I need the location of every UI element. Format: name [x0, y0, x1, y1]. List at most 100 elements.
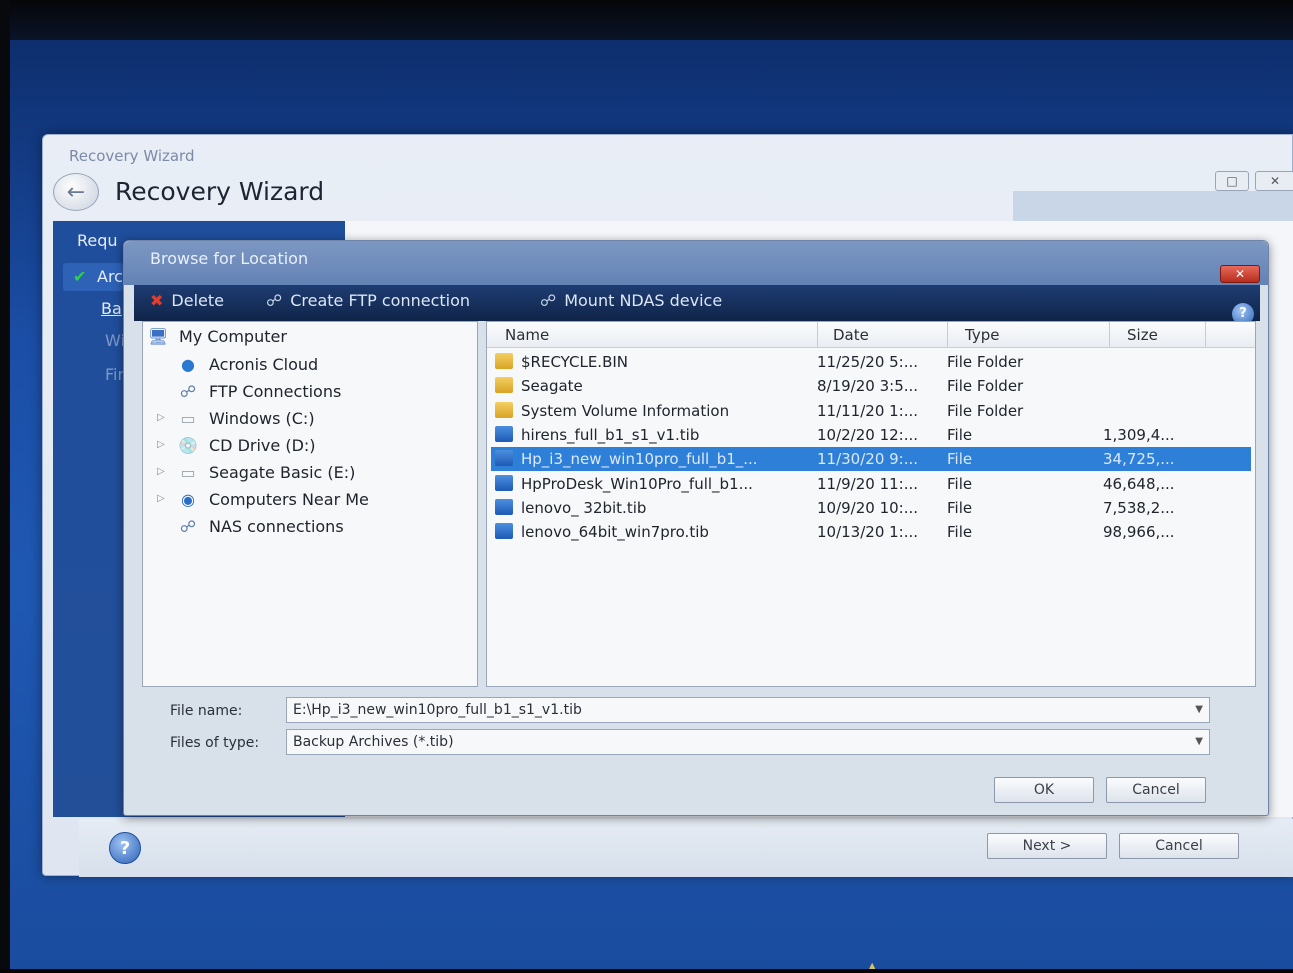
- dialog-titlebar: Browse for Location ✕: [124, 241, 1268, 285]
- tree-item-ftp-connections[interactable]: ☍ FTP Connections: [177, 381, 341, 401]
- file-size-cell: 1,309,4...: [1103, 425, 1175, 444]
- dialog-toolbar: ✖ Delete ☍ Create FTP connection ☍ Mount…: [134, 285, 1260, 321]
- file-type-cell: File: [947, 474, 973, 493]
- file-row[interactable]: lenovo_64bit_win7pro.tib 10/13/20 1:... Fi…: [491, 520, 1251, 544]
- file-date-cell: 11/11/20 1:...: [817, 401, 919, 420]
- file-row[interactable]: Hp_i3_new_win10pro_full_b1_... 11/30/20 9…: [491, 447, 1251, 472]
- tree-item-nas-connections[interactable]: ☍ NAS connections: [177, 516, 344, 536]
- monitor-bezel-top: [0, 0, 1293, 40]
- expand-arrow-icon[interactable]: ▷: [157, 493, 165, 504]
- help-icon[interactable]: ?: [109, 832, 141, 864]
- step-label[interactable]: Ba: [101, 299, 122, 318]
- mount-ndas-device-button[interactable]: ☍ Mount NDAS device: [540, 291, 722, 310]
- file-name-text: Seagate: [521, 377, 583, 396]
- file-name-value: E:\Hp_i3_new_win10pro_full_b1_s1_v1.tib: [293, 702, 582, 718]
- file-type-cell: File: [947, 450, 973, 469]
- file-row[interactable]: $RECYCLE.BIN 11/25/20 5:... File Folder: [491, 350, 1251, 374]
- file-row[interactable]: hirens_full_b1_s1_v1.tib 10/2/20 12:... Fi…: [491, 423, 1251, 447]
- next-button[interactable]: Next >: [987, 833, 1107, 859]
- tree-item-computers-near-me[interactable]: ◉ Computers Near Me: [177, 489, 369, 509]
- file-size-cell: 34,725,...: [1103, 450, 1175, 469]
- file-name-field[interactable]: E:\Hp_i3_new_win10pro_full_b1_s1_v1.tib …: [286, 697, 1210, 723]
- column-separator[interactable]: [817, 322, 818, 348]
- expand-arrow-icon[interactable]: ▷: [157, 466, 165, 477]
- delete-label: Delete: [171, 291, 224, 310]
- column-date-header[interactable]: Date: [833, 326, 869, 344]
- file-size-cell: 46,648,...: [1103, 474, 1175, 493]
- network-icon: ☍: [266, 291, 283, 310]
- minimize-button[interactable]: □: [1215, 171, 1249, 191]
- globe-icon: ◉: [181, 489, 195, 509]
- delete-button[interactable]: ✖ Delete: [150, 291, 224, 310]
- file-type-value: Backup Archives (*.tib): [293, 734, 454, 750]
- file-date-cell: 10/9/20 10:...: [817, 498, 919, 517]
- tree-item-acronis-cloud[interactable]: ● Acronis Cloud: [177, 354, 318, 374]
- file-name-text: Hp_i3_new_win10pro_full_b1_...: [521, 450, 758, 469]
- tree-item-seagate-basic-e[interactable]: ▭ Seagate Basic (E:): [177, 462, 355, 482]
- wizard-bottom-bar: ? Next > Cancel: [79, 819, 1293, 877]
- browse-for-location-dialog: Browse for Location ✕ ✖ Delete ☍ Create …: [123, 240, 1269, 816]
- file-name-cell: lenovo_ 32bit.tib: [495, 498, 813, 517]
- step-label: Fir: [105, 365, 125, 384]
- file-name-cell: Hp_i3_new_win10pro_full_b1_...: [495, 450, 813, 468]
- file-size-cell: 7,538,2...: [1103, 498, 1175, 517]
- wizard-caption: Recovery Wizard: [69, 147, 195, 165]
- tree-item-cd-drive-d[interactable]: 💿 CD Drive (D:): [177, 435, 315, 455]
- file-date-cell: 8/19/20 3:5...: [817, 377, 919, 396]
- dropdown-arrow-icon[interactable]: ▼: [1195, 730, 1203, 754]
- tree-item-label: Acronis Cloud: [209, 354, 319, 374]
- cancel-button[interactable]: Cancel: [1106, 777, 1206, 803]
- file-name-text: HpProDesk_Win10Pro_full_b1...: [521, 474, 753, 493]
- column-separator[interactable]: [1205, 322, 1206, 348]
- wizard-cancel-button[interactable]: Cancel: [1119, 833, 1239, 859]
- tree-item-label: NAS connections: [209, 516, 344, 536]
- cd-drive-icon: 💿: [178, 435, 198, 455]
- expand-arrow-icon[interactable]: ▷: [157, 439, 165, 450]
- tree-item-my-computer[interactable]: 🖥 My Computer: [147, 326, 287, 346]
- file-row[interactable]: lenovo_ 32bit.tib 10/9/20 10:... File 7,538…: [491, 496, 1251, 520]
- file-name-cell: hirens_full_b1_s1_v1.tib: [495, 425, 813, 444]
- file-icon: [495, 425, 513, 442]
- file-date-cell: 11/25/20 5:...: [817, 353, 919, 371]
- column-size-header[interactable]: Size: [1127, 326, 1158, 344]
- file-name-cell: HpProDesk_Win10Pro_full_b1...: [495, 474, 813, 493]
- column-name-header[interactable]: Name: [505, 326, 549, 344]
- file-name-cell: lenovo_64bit_win7pro.tib: [495, 523, 813, 541]
- close-window-button[interactable]: ✕: [1255, 171, 1293, 191]
- step-label[interactable]: Arc: [97, 267, 123, 286]
- folder-tree: 🖥 My Computer ● Acronis Cloud ☍ FTP Conn…: [142, 321, 478, 687]
- file-name-text: lenovo_ 32bit.tib: [521, 498, 647, 517]
- monitor-bezel-bottom: [0, 969, 1293, 973]
- file-type-cell: File Folder: [947, 377, 1024, 396]
- file-type-select[interactable]: Backup Archives (*.tib) ▼: [286, 729, 1210, 755]
- dropdown-arrow-icon[interactable]: ▼: [1195, 698, 1203, 722]
- file-row[interactable]: System Volume Information 11/11/20 1:... F…: [491, 399, 1251, 423]
- tree-item-label: FTP Connections: [209, 381, 342, 401]
- step-label: Requ: [77, 231, 118, 250]
- column-separator[interactable]: [947, 322, 948, 348]
- dialog-close-button[interactable]: ✕: [1220, 265, 1260, 283]
- network-icon: ☍: [179, 381, 197, 401]
- file-row[interactable]: Seagate 8/19/20 3:5... File Folder: [491, 374, 1251, 398]
- file-row[interactable]: HpProDesk_Win10Pro_full_b1... 11/9/20 11:…: [491, 472, 1251, 496]
- network-icon: ☍: [540, 291, 557, 310]
- back-arrow-icon[interactable]: ←: [53, 173, 99, 211]
- cloud-icon: ●: [181, 354, 195, 374]
- tree-item-windows-c[interactable]: ▭ Windows (C:): [177, 408, 314, 428]
- create-ftp-connection-button[interactable]: ☍ Create FTP connection: [266, 291, 470, 310]
- file-icon: [495, 474, 513, 491]
- file-name-text: lenovo_64bit_win7pro.tib: [521, 523, 709, 542]
- expand-arrow-icon[interactable]: ▷: [157, 412, 165, 423]
- column-separator[interactable]: [1109, 322, 1110, 348]
- file-name-text: $RECYCLE.BIN: [521, 353, 629, 371]
- tree-item-label: Seagate Basic (E:): [209, 462, 356, 482]
- file-type-cell: File Folder: [947, 401, 1024, 420]
- file-date-cell: 11/9/20 11:...: [817, 474, 919, 493]
- drive-icon: ▭: [180, 408, 196, 428]
- folder-icon: [495, 353, 513, 369]
- file-name-label: File name:: [170, 703, 243, 719]
- column-type-header[interactable]: Type: [965, 326, 999, 344]
- delete-x-icon: ✖: [150, 291, 164, 310]
- tree-item-label: Computers Near Me: [209, 489, 369, 509]
- ok-button[interactable]: OK: [994, 777, 1094, 803]
